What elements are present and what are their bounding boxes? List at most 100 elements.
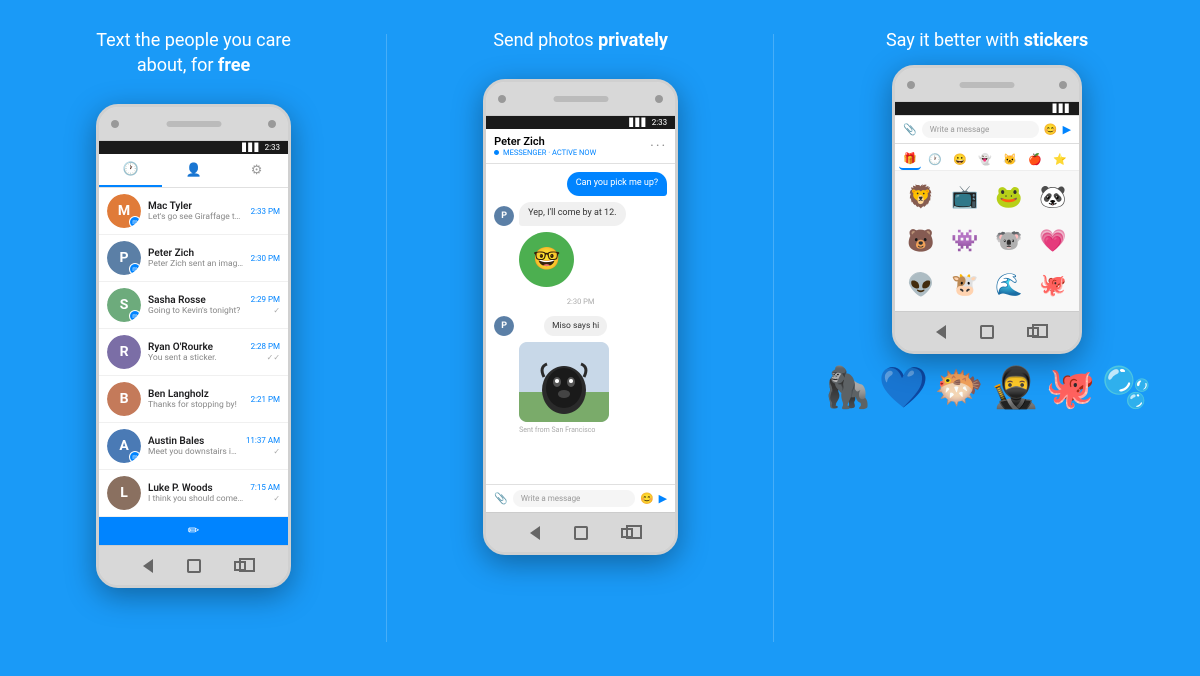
sticker-tab-star[interactable]: ⭐ — [1049, 148, 1071, 170]
front-camera-2 — [498, 95, 506, 103]
contact-name-sasha: Sasha Rosse — [148, 295, 244, 306]
speaker — [166, 121, 221, 127]
sticker-tab-time[interactable]: 🕐 — [924, 148, 946, 170]
sticker-bigfoot[interactable]: 🦁 — [901, 177, 941, 217]
phone-3-screen: ▋▋▋ 📎 Write a message 😊 ▶ 🎁 🕐 😀 👻 🐱 — [895, 102, 1079, 311]
sticker-heart[interactable]: 💗 — [1033, 221, 1073, 261]
chat-contact-info: Peter Zich MESSENGER · ACTIVE NOW — [494, 135, 596, 157]
contact-info-ben: Ben Langholz Thanks for stopping by! — [148, 389, 244, 410]
back-button-3[interactable] — [932, 323, 950, 341]
sticker-ufo[interactable]: 👽 — [901, 265, 941, 305]
back-button[interactable] — [139, 557, 157, 575]
messenger-tabs[interactable]: 🕐 👤 ⚙ — [99, 154, 288, 188]
signal-icon-2: ▋▋▋ — [629, 118, 647, 127]
recent-icon: 🕐 — [122, 162, 138, 177]
contact-name-ryan: Ryan O'Rourke — [148, 342, 244, 353]
contact-item-peter[interactable]: P m Peter Zich Peter Zich sent an image.… — [99, 235, 288, 282]
contact-info-mac: Mac Tyler Let's go see Giraffage tonight… — [148, 201, 244, 222]
contact-item-mac[interactable]: M m Mac Tyler Let's go see Giraffage ton… — [99, 188, 288, 235]
more-options-icon[interactable]: ··· — [650, 139, 667, 153]
sticker-tab-apple[interactable]: 🍎 — [1024, 148, 1046, 170]
tab-contacts[interactable]: 👤 — [162, 154, 225, 187]
send-icon[interactable]: ▶ — [659, 492, 667, 505]
messenger-badge-a: m — [129, 451, 141, 463]
section-free: Text the people you care about, for free… — [0, 0, 387, 676]
home-button-3[interactable] — [978, 323, 996, 341]
contact-item-ben[interactable]: B Ben Langholz Thanks for stopping by! 2… — [99, 376, 288, 423]
sensor — [268, 120, 276, 128]
contact-item-ryan[interactable]: R Ryan O'Rourke You sent a sticker. 2:28… — [99, 329, 288, 376]
sticker-characters: 🦍 💙 🐡 🥷 🐙 🫧 — [813, 364, 1162, 411]
miso-message: Miso says hi — [544, 316, 607, 336]
active-dot — [494, 150, 499, 155]
sticker-tab-bar[interactable]: 🎁 🕐 😀 👻 🐱 🍎 ⭐ — [895, 144, 1079, 171]
contact-time: 2:33 PM — [251, 207, 280, 216]
sticker-tab-cat[interactable]: 🐱 — [999, 148, 1021, 170]
sticker-tv[interactable]: 📺 — [945, 177, 985, 217]
phone-1-bottom — [99, 545, 288, 585]
sticker-blob[interactable]: 🌊 — [989, 265, 1029, 305]
chat-input-bar: 📎 Write a message 😊 ▶ — [486, 484, 675, 512]
sensor-2 — [655, 95, 663, 103]
sticker-message-input[interactable]: Write a message — [922, 121, 1039, 138]
phone-1: ▋▋▋ 2:33 🕐 👤 ⚙ — [96, 104, 291, 588]
sticker-tab-gift[interactable]: 🎁 — [899, 148, 921, 170]
chat-status: MESSENGER · ACTIVE NOW — [494, 148, 596, 157]
tab-settings[interactable]: ⚙ — [225, 154, 288, 187]
message-bubble-recv: Yep, I'll come by at 12. — [519, 202, 625, 226]
msg-sent-pickup: Can you pick me up? — [494, 172, 667, 196]
sticker-cow[interactable]: 🐮 — [945, 265, 985, 305]
contact-list: M m Mac Tyler Let's go see Giraffage ton… — [99, 188, 288, 517]
contact-item-austin[interactable]: A m Austin Bales Meet you downstairs in … — [99, 423, 288, 470]
section-stickers: Say it better with stickers ▋▋▋ 📎 Write … — [774, 0, 1200, 676]
sticker-bear[interactable]: 🐻 — [901, 221, 941, 261]
front-camera-3 — [907, 81, 915, 89]
avatar-austin: A m — [107, 429, 141, 463]
section-2-title: Send photos privately — [493, 28, 668, 53]
phone-2: ▋▋▋ 2:33 Peter Zich MESSENGER · ACTIVE N… — [483, 79, 678, 555]
contact-item-sasha[interactable]: S m Sasha Rosse Going to Kevin's tonight… — [99, 282, 288, 329]
sticker-message: 🤓 — [519, 232, 574, 287]
emoji-icon-3[interactable]: 😊 — [1044, 123, 1058, 136]
send-icon-3[interactable]: ▶ — [1063, 123, 1071, 136]
sticker-tab-face[interactable]: 😀 — [949, 148, 971, 170]
sticker-panda[interactable]: 🐼 — [1033, 177, 1073, 217]
sticker-koala[interactable]: 🐨 — [989, 221, 1029, 261]
sticker-grid: 🦁 📺 🐸 🐼 🐻 👾 🐨 💗 👽 🐮 🌊 🐙 — [895, 171, 1079, 311]
section-1-title: Text the people you care about, for free — [96, 28, 291, 78]
phone-2-bottom — [486, 512, 675, 552]
message-input[interactable]: Write a message — [513, 490, 635, 507]
contact-preview-sasha: Going to Kevin's tonight? — [148, 306, 244, 316]
contact-name-austin: Austin Bales — [148, 436, 239, 447]
sticker-tab-ghost[interactable]: 👻 — [974, 148, 996, 170]
phone-1-screen: ▋▋▋ 2:33 🕐 👤 ⚙ — [99, 141, 288, 545]
tab-recent[interactable]: 🕐 — [99, 154, 162, 187]
settings-icon: ⚙ — [251, 163, 263, 178]
contact-time-ben: 2:21 PM — [251, 395, 280, 404]
contact-item-luke[interactable]: L Luke P. Woods I think you should come … — [99, 470, 288, 517]
attach-icon-3[interactable]: 📎 — [903, 123, 917, 136]
back-button-2[interactable] — [526, 524, 544, 542]
chat-body: Can you pick me up? P Yep, I'll come by … — [486, 164, 675, 484]
message-time: 2:30 PM — [494, 297, 667, 306]
contact-meta-ryan: 2:28 PM ✓✓ — [251, 342, 280, 362]
contact-meta-luke: 7:15 AM ✓ — [250, 483, 280, 503]
sticker-alien[interactable]: 👾 — [945, 221, 985, 261]
recent-button-2[interactable] — [618, 524, 636, 542]
avatar-ben: B — [107, 382, 141, 416]
contact-name-luke: Luke P. Woods — [148, 483, 243, 494]
avatar-peter: P m — [107, 241, 141, 275]
sticker-octopus[interactable]: 🐙 — [1033, 265, 1073, 305]
sticker-frog[interactable]: 🐸 — [989, 177, 1029, 217]
compose-icon[interactable]: ✏ — [188, 523, 200, 539]
char-black: 🐙 — [1046, 364, 1096, 411]
home-button[interactable] — [185, 557, 203, 575]
recent-button[interactable] — [231, 557, 249, 575]
attach-icon[interactable]: 📎 — [494, 492, 508, 505]
recent-button-3[interactable] — [1024, 323, 1042, 341]
photo-caption: Sent from San Francisco — [519, 426, 667, 434]
emoji-icon[interactable]: 😊 — [640, 492, 654, 505]
contact-check-luke: ✓ — [273, 494, 280, 503]
contact-check-sasha: ✓ — [273, 306, 280, 315]
home-button-2[interactable] — [572, 524, 590, 542]
